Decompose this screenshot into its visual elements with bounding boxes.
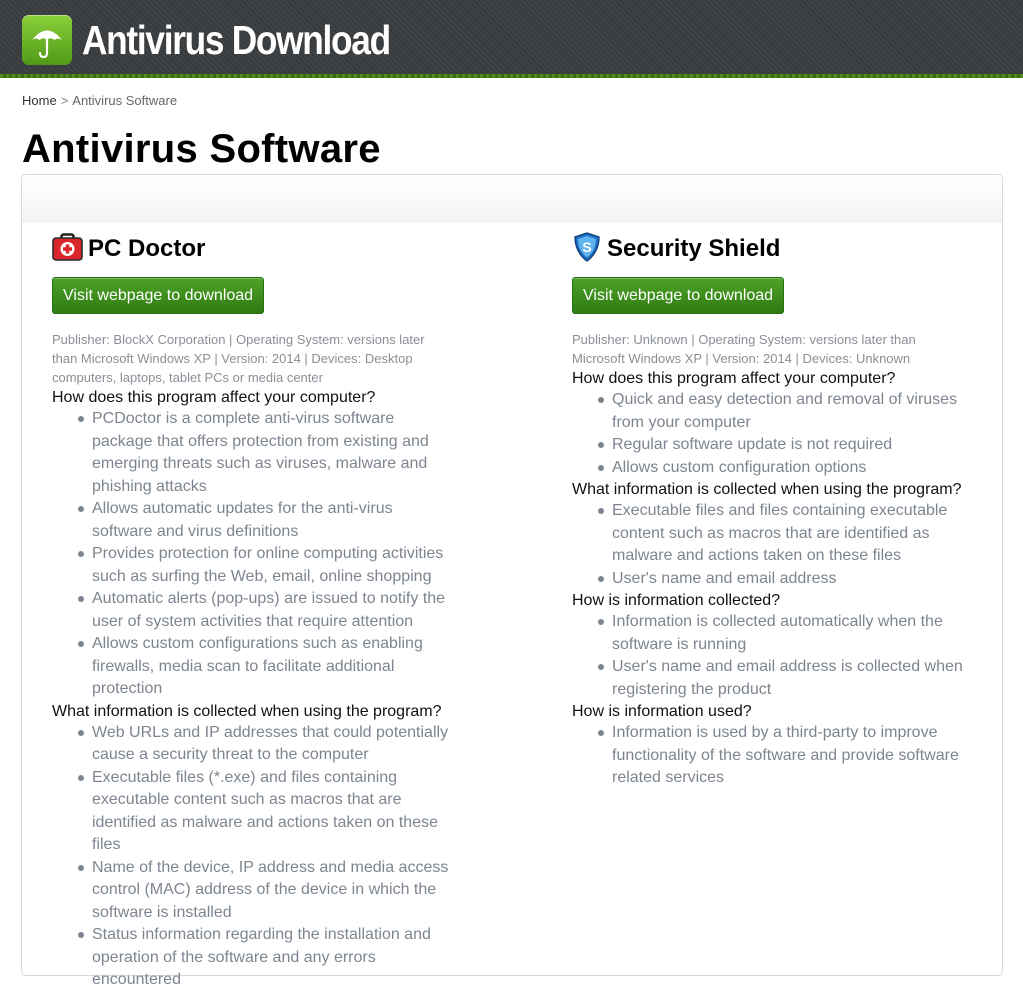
- answer-item: Status information regarding the install…: [78, 924, 452, 992]
- svg-text:S: S: [582, 239, 591, 255]
- product-title-row: S Security Shield: [572, 231, 972, 267]
- medical-kit-icon: [52, 232, 83, 266]
- answer-item: Automatic alerts (pop-ups) are issued to…: [78, 588, 452, 633]
- question-heading: How does this program affect your comput…: [52, 389, 376, 406]
- breadcrumb-separator: >: [60, 93, 69, 108]
- answer-item: Web URLs and IP addresses that could pot…: [78, 722, 452, 767]
- question-heading: How is information used?: [572, 703, 752, 720]
- product-card-security-shield: S Security Shield Visit webpage to downl…: [572, 231, 972, 790]
- answer-list: Information is used by a third-party to …: [572, 722, 972, 790]
- answer-item: Regular software update is not required: [598, 434, 972, 457]
- answer-item: Allows custom configurations such as ena…: [78, 633, 452, 701]
- answer-item: Quick and easy detection and removal of …: [598, 389, 972, 434]
- umbrella-icon[interactable]: [22, 15, 72, 65]
- answer-item: User's name and email address is collect…: [598, 656, 972, 701]
- answer-item: PCDoctor is a complete anti-virus softwa…: [78, 408, 452, 498]
- answer-item: User's name and email address: [598, 568, 972, 591]
- question-heading: What information is collected when using…: [52, 702, 442, 720]
- breadcrumb-current: Antivirus Software: [72, 93, 178, 108]
- question-heading: How is information collected?: [572, 592, 781, 609]
- products-panel: PC Doctor Visit webpage to download Publ…: [21, 174, 1003, 988]
- answer-item: Executable files and files containing ex…: [598, 500, 972, 568]
- breadcrumb-home-link[interactable]: Home: [22, 93, 57, 108]
- panel-header: [22, 175, 1002, 222]
- shield-icon: S: [572, 231, 602, 267]
- product-title-row: PC Doctor: [52, 232, 452, 266]
- product-card-pc-doctor: PC Doctor Visit webpage to download Publ…: [52, 232, 452, 992]
- site-header: Antivirus Download: [0, 0, 1023, 78]
- answer-item: Information is collected automatically w…: [598, 611, 972, 656]
- answer-item: Executable files (*.exe) and files conta…: [78, 767, 452, 857]
- answer-item: Information is used by a third-party to …: [598, 722, 972, 790]
- product-meta: Publisher: Unknown | Operating System: v…: [572, 332, 916, 366]
- visit-webpage-button[interactable]: Visit webpage to download: [572, 277, 785, 314]
- answer-item: Name of the device, IP address and media…: [78, 857, 452, 925]
- site-title[interactable]: Antivirus Download: [82, 14, 391, 66]
- question-heading: What information is collected when using…: [572, 481, 962, 498]
- answer-list: Quick and easy detection and removal of …: [572, 389, 972, 479]
- answer-list: Web URLs and IP addresses that could pot…: [52, 722, 452, 992]
- answer-item: Allows automatic updates for the anti-vi…: [78, 498, 452, 543]
- product-name: Security Shield: [607, 235, 781, 262]
- visit-webpage-button[interactable]: Visit webpage to download: [52, 277, 265, 314]
- product-name: PC Doctor: [88, 235, 206, 262]
- question-heading: How does this program affect your comput…: [572, 370, 896, 387]
- breadcrumb: Home > Antivirus Software: [22, 93, 177, 108]
- answer-list: PCDoctor is a complete anti-virus softwa…: [52, 408, 452, 701]
- answer-list: Executable files and files containing ex…: [572, 500, 972, 590]
- product-meta: Publisher: BlockX Corporation | Operatin…: [52, 332, 425, 385]
- answer-list: Information is collected automatically w…: [572, 611, 972, 701]
- page-title: Antivirus Software: [22, 127, 381, 171]
- answer-item: Provides protection for online computing…: [78, 543, 452, 588]
- answer-item: Allows custom configuration options: [598, 457, 972, 480]
